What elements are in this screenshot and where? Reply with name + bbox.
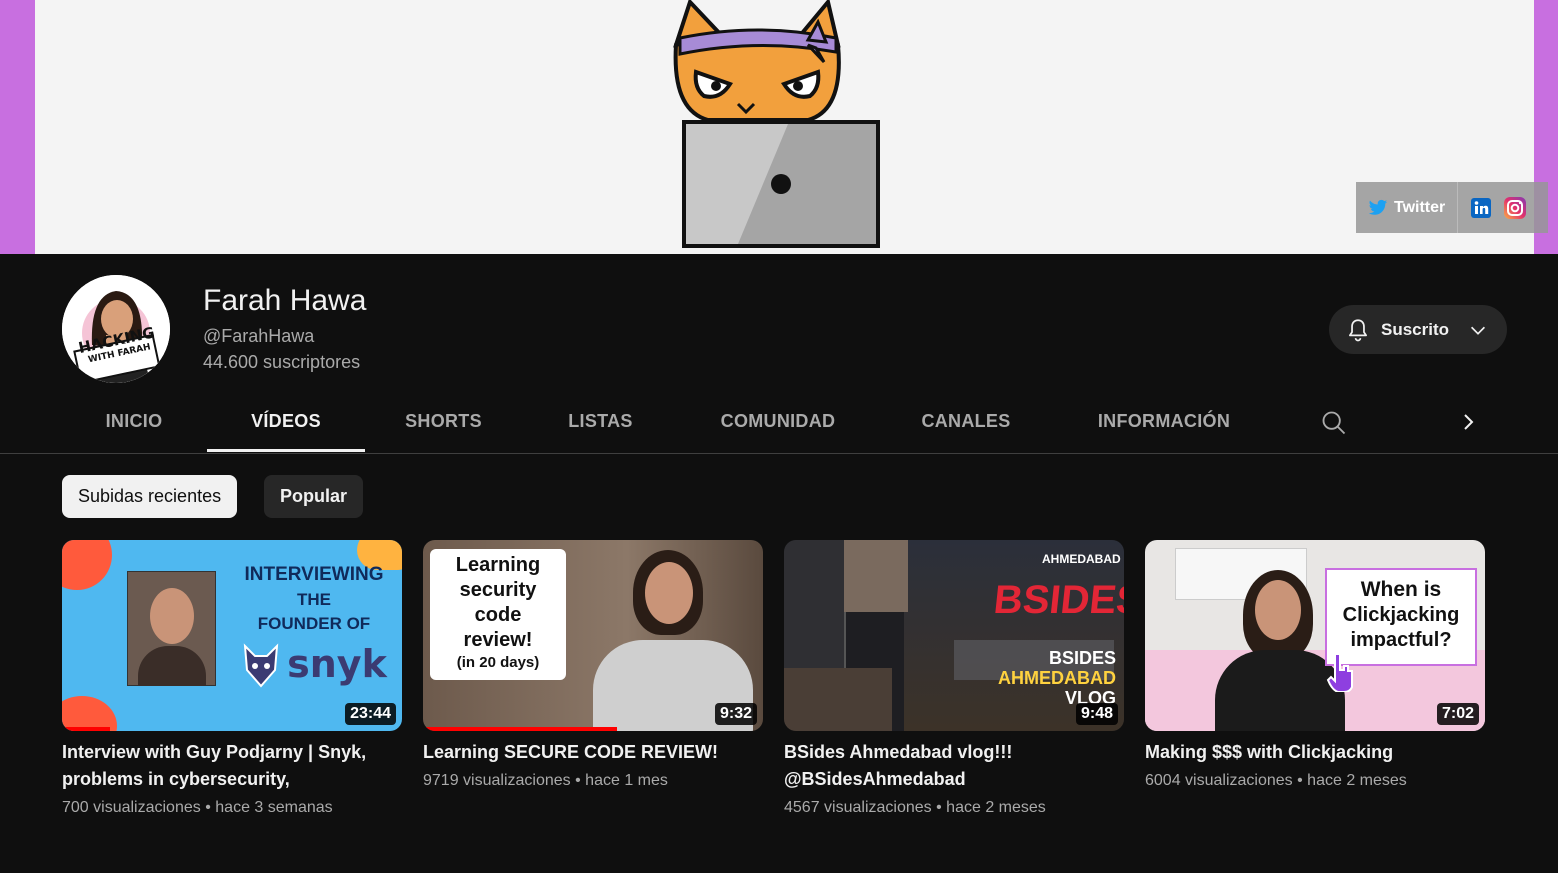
thumb-line: THE [297, 590, 331, 609]
channel-name: Farah Hawa [203, 284, 367, 317]
view-count: 9719 visualizaciones [423, 772, 571, 789]
meta-separator: • [936, 799, 942, 816]
video-card: BSIDES AHMEDABAD BSIDES AHMEDABAD VLOG 9… [784, 540, 1124, 817]
thumb-line: (in 20 days) [456, 654, 540, 671]
view-count: 700 visualizaciones [62, 799, 201, 816]
video-duration: 9:32 [714, 703, 757, 725]
upload-age: hace 2 meses [946, 799, 1046, 816]
watch-progress-bar [62, 727, 110, 731]
social-links-bar: Twitter [1356, 182, 1548, 233]
video-thumbnail[interactable]: Learning security code review! (in 20 da… [423, 540, 763, 731]
tab-canales[interactable]: CANALES [912, 395, 1020, 452]
thumb-line: code [474, 604, 522, 626]
tab-shorts[interactable]: SHORTS [396, 395, 491, 452]
channel-banner: Twitter [0, 0, 1558, 254]
video-thumbnail[interactable]: When is Clickjacking impactful? 7:02 [1145, 540, 1485, 731]
chip-popular[interactable]: Popular [264, 475, 364, 518]
upload-age: hace 3 semanas [215, 799, 333, 816]
subscriber-count: 44.600 suscriptores [203, 352, 361, 372]
thumb-line: FOUNDER OF [257, 614, 371, 633]
video-duration: 7:02 [1436, 703, 1479, 725]
twitter-link[interactable]: Twitter [1356, 182, 1459, 233]
video-thumbnail[interactable]: BSIDES AHMEDABAD BSIDES AHMEDABAD VLOG 9… [784, 540, 1124, 731]
bell-icon [1349, 318, 1367, 341]
thumb-line: When is [1360, 578, 1442, 601]
thumbnail-text: INTERVIEWING THE FOUNDER OF snyk [234, 564, 394, 688]
view-count: 4567 visualizaciones [784, 799, 932, 816]
tab-videos[interactable]: VÍDEOS [207, 395, 365, 452]
thumb-line: INTERVIEWING [244, 564, 384, 585]
video-meta: 4567 visualizaciones • hace 2 meses [784, 799, 1124, 817]
thumb-line: impactful? [1350, 629, 1452, 651]
linkedin-icon [1471, 197, 1492, 218]
channel-avatar[interactable]: HACKING WITH FARAH [62, 275, 170, 383]
chip-recent-uploads[interactable]: Subidas recientes [62, 475, 238, 518]
thumbnail-text: BSIDES AHMEDABAD VLOG [998, 648, 1116, 708]
thumb-line: BSIDES [1048, 648, 1116, 668]
hand-cursor-icon [1326, 653, 1353, 692]
tab-comunidad[interactable]: COMUNIDAD [710, 395, 846, 452]
thumb-line: AHMEDABAD [998, 668, 1116, 688]
video-card: When is Clickjacking impactful? 7:02 Mak… [1145, 540, 1485, 790]
twitter-label: Twitter [1394, 198, 1446, 216]
video-meta: 6004 visualizaciones • hace 2 meses [1145, 772, 1485, 790]
linkedin-link[interactable] [1470, 197, 1492, 219]
thumb-line: snyk [287, 642, 387, 686]
snyk-dog-icon [243, 643, 279, 688]
video-card: Learning security code review! (in 20 da… [423, 540, 763, 790]
thumb-line: security [459, 579, 537, 601]
tab-informacion[interactable]: INFORMACIÓN [1086, 395, 1242, 452]
video-title[interactable]: Learning SECURE CODE REVIEW! [423, 739, 763, 766]
video-meta: 700 visualizaciones • hace 3 semanas [62, 799, 402, 817]
search-icon[interactable] [1320, 409, 1348, 437]
channel-handle: @FarahHawa [203, 326, 315, 346]
meta-separator: • [1297, 772, 1303, 789]
video-card: INTERVIEWING THE FOUNDER OF snyk 23:44 I… [62, 540, 402, 817]
view-count: 6004 visualizaciones [1145, 772, 1293, 789]
video-meta: 9719 visualizaciones • hace 1 mes [423, 772, 763, 790]
instagram-link[interactable] [1504, 196, 1527, 219]
video-title[interactable]: Making $$$ with Clickjacking [1145, 739, 1485, 766]
cat-hacker-illustration [673, 0, 880, 248]
thumb-line: review! [463, 629, 533, 651]
meta-separator: • [205, 799, 211, 816]
thumb-bsides-logo: BSIDES [991, 578, 1124, 622]
thumbnail-portrait [127, 571, 216, 686]
tab-listas[interactable]: LISTAS [558, 395, 643, 452]
video-duration: 23:44 [345, 703, 396, 725]
watch-progress-bar [423, 727, 617, 731]
video-title[interactable]: BSides Ahmedabad vlog!!! @BSidesAhmedaba… [784, 739, 1124, 793]
video-thumbnail[interactable]: INTERVIEWING THE FOUNDER OF snyk 23:44 [62, 540, 402, 731]
instagram-icon [1504, 196, 1527, 219]
twitter-icon [1368, 199, 1388, 215]
thumbnail-text: Learning security code review! (in 20 da… [430, 549, 566, 680]
chevron-down-icon [1471, 326, 1486, 335]
upload-age: hace 2 meses [1307, 772, 1407, 789]
chevron-right-icon[interactable] [1460, 410, 1478, 434]
thumb-line: Clickjacking [1342, 604, 1460, 626]
video-duration: 9:48 [1075, 703, 1118, 725]
meta-separator: • [575, 772, 581, 789]
subscribed-label: Suscrito [1381, 319, 1450, 339]
thumb-line: Learning [455, 554, 541, 576]
upload-age: hace 1 mes [585, 772, 668, 789]
thumb-line: AHMEDABAD [1042, 552, 1121, 566]
video-title[interactable]: Interview with Guy Podjarny | Snyk, prob… [62, 739, 402, 793]
subscribed-button[interactable]: Suscrito [1329, 305, 1507, 354]
tab-inicio[interactable]: INICIO [91, 395, 177, 452]
